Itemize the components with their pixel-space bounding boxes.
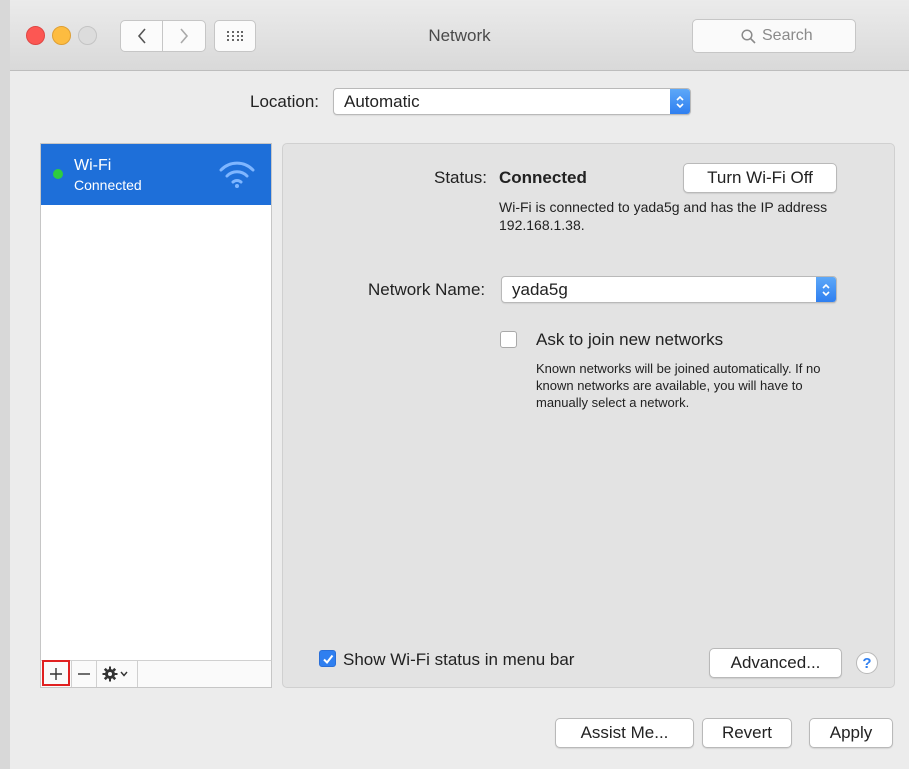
- help-button[interactable]: ?: [856, 652, 878, 674]
- add-service-button[interactable]: [41, 660, 72, 687]
- advanced-button[interactable]: Advanced...: [709, 648, 842, 678]
- network-name-label: Network Name:: [368, 280, 486, 299]
- updown-arrows-icon: [670, 89, 690, 114]
- service-list: Wi-Fi Connected: [40, 143, 272, 662]
- updown-arrows-icon: [816, 277, 836, 302]
- minus-icon: [78, 673, 90, 675]
- search-placeholder: Search: [762, 27, 813, 44]
- service-name: Wi-Fi: [74, 157, 112, 174]
- search-icon: [741, 28, 756, 44]
- service-list-footer: [40, 660, 272, 688]
- status-dot: [53, 169, 63, 179]
- status-description: Wi-Fi is connected to yada5g and has the…: [499, 199, 828, 233]
- show-status-label: Show Wi-Fi status in menu bar: [343, 650, 575, 669]
- assist-me-button[interactable]: Assist Me...: [555, 718, 694, 748]
- revert-button[interactable]: Revert: [702, 718, 792, 748]
- status-label: Status:: [434, 168, 487, 187]
- service-item-wifi[interactable]: Wi-Fi Connected: [41, 144, 271, 205]
- network-preferences-window: Network Search Location: Automatic Wi-Fi…: [10, 0, 909, 769]
- title-bar: Network Search: [10, 0, 909, 71]
- gear-icon: [102, 666, 128, 682]
- ask-to-join-label: Ask to join new networks: [536, 330, 724, 349]
- service-status: Connected: [74, 177, 142, 193]
- turn-wifi-off-button[interactable]: Turn Wi-Fi Off: [683, 163, 837, 193]
- location-value: Automatic: [344, 92, 420, 111]
- remove-service-button[interactable]: [72, 661, 97, 687]
- checkmark-icon: [322, 654, 333, 664]
- location-label: Location:: [250, 92, 319, 111]
- wifi-icon: [219, 161, 255, 188]
- ask-to-join-description: Known networks will be joined automatica…: [536, 361, 821, 410]
- action-menu-button[interactable]: [97, 661, 138, 687]
- location-popup[interactable]: Automatic: [333, 88, 691, 115]
- show-status-checkbox[interactable]: [319, 650, 336, 667]
- status-value: Connected: [499, 168, 587, 187]
- apply-button[interactable]: Apply: [809, 718, 893, 748]
- network-name-value: yada5g: [512, 280, 568, 299]
- search-field[interactable]: Search: [692, 19, 856, 53]
- network-name-popup[interactable]: yada5g: [501, 276, 837, 303]
- ask-to-join-checkbox[interactable]: [500, 331, 517, 348]
- highlight-frame: [42, 660, 70, 686]
